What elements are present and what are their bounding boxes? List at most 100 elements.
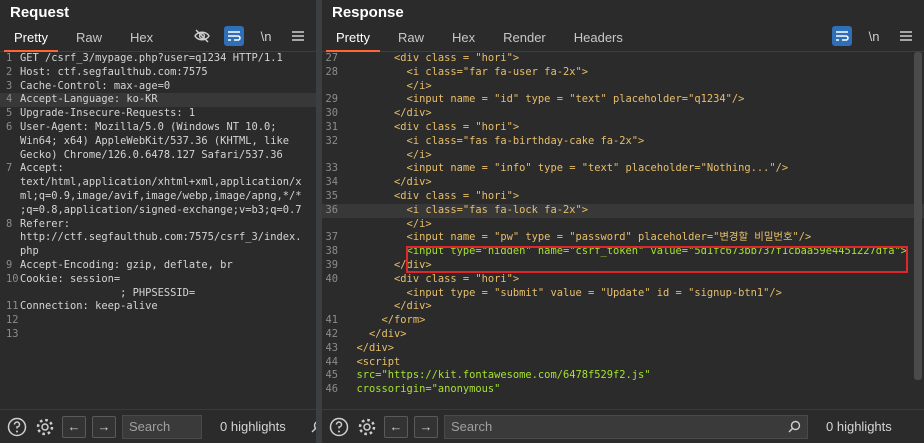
menu-icon[interactable]	[288, 26, 308, 46]
wrap-icon[interactable]	[832, 26, 852, 46]
eye-off-icon[interactable]	[192, 26, 212, 46]
line-number: 45	[325, 369, 338, 382]
line-number	[322, 287, 344, 301]
line-number: 13	[6, 327, 19, 340]
response-line: <i class="fas fa-birthday-cake fa-2x">	[344, 134, 645, 147]
response-line: <i class="far fa-user fa-2x">	[344, 65, 588, 78]
line-number	[0, 190, 20, 204]
settings-icon[interactable]	[34, 416, 56, 438]
tab-headers[interactable]: Headers	[560, 30, 637, 51]
response-line: </i>	[344, 79, 432, 92]
tab-raw[interactable]: Raw	[62, 30, 116, 51]
response-line: </div>	[344, 327, 407, 340]
line-number: 42	[325, 327, 338, 340]
request-footer: ← → 0 highlights	[0, 409, 316, 443]
highlights-count: 0 highlights	[220, 419, 286, 434]
request-pane: Request Pretty Raw Hex \n 1 GET /csrf_3/m…	[0, 0, 316, 443]
response-line: </div>	[344, 300, 432, 313]
request-line: Gecko) Chrome/126.0.6478.127 Safari/537.…	[20, 148, 283, 161]
tab-raw[interactable]: Raw	[384, 30, 438, 51]
tab-pretty[interactable]: Pretty	[322, 30, 384, 52]
request-editor[interactable]: 1 GET /csrf_3/mypage.php?user=q1234 HTTP/…	[0, 52, 316, 409]
line-number: 10	[6, 272, 19, 285]
response-editor[interactable]: 27 <div class = "hori"> 28 <i class="far…	[322, 52, 924, 409]
response-tabs: Pretty Raw Hex Render Headers \n	[322, 25, 924, 52]
highlights-count: 0 highlights	[826, 419, 892, 434]
line-number: 40	[325, 272, 338, 285]
request-line: Accept-Language: ko-KR	[20, 93, 158, 106]
newline-icon[interactable]: \n	[864, 26, 884, 46]
response-line: <script	[344, 355, 401, 368]
line-number	[0, 245, 20, 259]
response-line: <input name = "id" type = "text" placeho…	[344, 93, 745, 106]
response-line: </form>	[344, 314, 426, 327]
settings-icon[interactable]	[356, 416, 378, 438]
response-line: </i>	[344, 217, 432, 230]
line-number	[0, 287, 20, 301]
request-line: Cache-Control: max-age=0	[20, 79, 171, 92]
line-number: 36	[325, 203, 338, 216]
arrow-left-icon[interactable]: ←	[62, 415, 86, 438]
line-number: 2	[6, 65, 13, 78]
response-line: </div>	[344, 341, 395, 354]
request-line: ml;q=0.9,image/avif,image/webp,image/apn…	[20, 189, 302, 202]
line-number: 12	[6, 314, 19, 327]
line-number: 6	[6, 120, 13, 133]
response-footer: ← → 0 highlights	[322, 409, 924, 443]
line-number: 5	[6, 107, 13, 120]
line-number: 44	[325, 355, 338, 368]
response-pane: Response Pretty Raw Hex Render Headers \…	[322, 0, 924, 443]
request-line: php	[20, 245, 39, 258]
response-line: <div class = "hori">	[344, 272, 520, 285]
line-number	[0, 204, 20, 218]
request-line: Accept-Encoding: gzip, deflate, br	[20, 258, 233, 271]
arrow-left-icon[interactable]: ←	[384, 415, 408, 438]
response-title: Response	[332, 4, 404, 21]
request-search	[122, 414, 316, 439]
request-line: Win64; x64) AppleWebKit/537.36 (KHTML, l…	[20, 134, 289, 147]
response-line: src="https://kit.fontawesome.com/6478f52…	[344, 369, 651, 382]
line-number: 28	[325, 65, 338, 78]
line-number: 37	[325, 231, 338, 244]
tab-pretty[interactable]: Pretty	[0, 30, 62, 52]
line-number: 4	[6, 93, 13, 106]
line-number: 27	[325, 52, 338, 64]
request-line: GET /csrf_3/mypage.php?user=q1234 HTTP/1…	[20, 52, 283, 64]
request-line: text/html,application/xhtml+xml,applicat…	[20, 176, 302, 189]
line-number: 9	[6, 258, 13, 271]
line-number	[322, 300, 344, 314]
request-line: User-Agent: Mozilla/5.0 (Windows NT 10.0…	[20, 120, 277, 133]
tab-hex[interactable]: Hex	[116, 30, 167, 51]
newline-icon[interactable]: \n	[256, 26, 276, 46]
line-number: 11	[6, 300, 19, 313]
line-number: 41	[325, 314, 338, 327]
response-line: <input name = "info" type = "text" place…	[344, 162, 789, 175]
line-number	[322, 149, 344, 163]
line-number: 7	[6, 162, 13, 175]
wrap-icon[interactable]	[224, 26, 244, 46]
line-number: 34	[325, 176, 338, 189]
request-tabs: Pretty Raw Hex \n	[0, 25, 316, 52]
help-icon[interactable]	[6, 416, 28, 438]
search-input[interactable]	[451, 419, 782, 434]
tab-hex[interactable]: Hex	[438, 30, 489, 51]
tab-render[interactable]: Render	[489, 30, 560, 51]
line-number: 38	[325, 245, 338, 258]
request-line: http://ctf.segfaulthub.com:7575/csrf_3/i…	[20, 231, 302, 244]
arrow-right-icon[interactable]: →	[92, 415, 116, 438]
response-line: <input name = "pw" type = "password" pla…	[344, 231, 812, 244]
response-line: </div>	[344, 258, 432, 271]
request-line: Connection: keep-alive	[20, 300, 158, 313]
csrf-token-line: <input type="hidden" name="csrf_token" v…	[344, 245, 908, 258]
response-line: crossorigin="anonymous"	[344, 383, 501, 396]
line-number: 35	[325, 189, 338, 202]
request-line: Upgrade-Insecure-Requests: 1	[20, 107, 196, 120]
response-search	[444, 414, 808, 439]
help-icon[interactable]	[328, 416, 350, 438]
line-number	[0, 231, 20, 245]
vertical-scrollbar[interactable]	[914, 52, 922, 380]
line-number: 8	[6, 217, 13, 230]
arrow-right-icon[interactable]: →	[414, 415, 438, 438]
menu-icon[interactable]	[896, 26, 916, 46]
search-icon[interactable]	[788, 420, 801, 433]
